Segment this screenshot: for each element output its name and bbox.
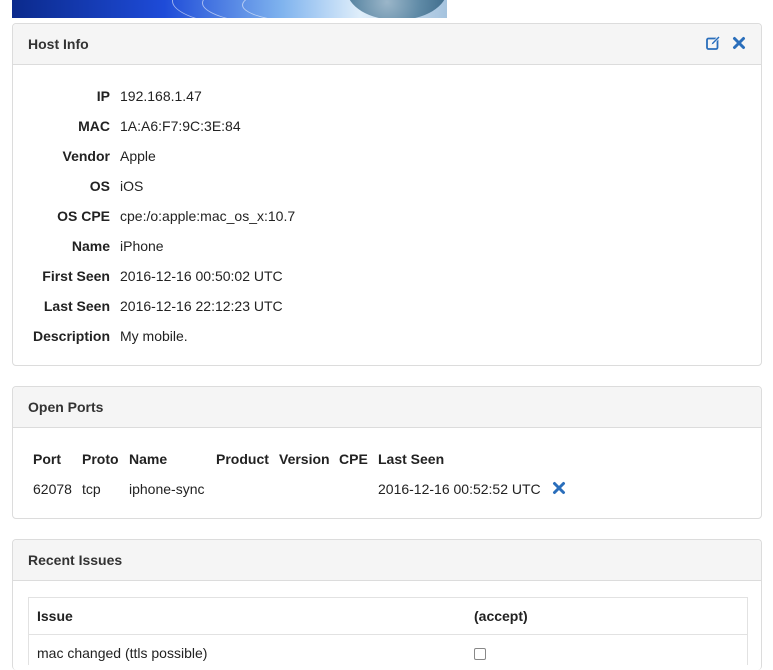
last-seen-cell: 2016-12-16 00:52:52 UTC	[378, 481, 541, 497]
field-label: Name	[71, 238, 110, 254]
field-label: OS	[89, 178, 110, 194]
host-info-title: Host Info	[28, 36, 89, 52]
field-label: First Seen	[42, 268, 110, 284]
col-header-version: Version	[279, 451, 330, 467]
field-value: Apple	[120, 148, 156, 164]
col-header-name: Name	[129, 451, 168, 467]
proto-cell: tcp	[82, 481, 101, 497]
field-label: IP	[96, 88, 110, 104]
host-info-header: Host Info	[13, 24, 761, 65]
field-label: MAC	[78, 118, 110, 134]
field-value: 192.168.1.47	[120, 88, 202, 104]
recent-issues-title: Recent Issues	[28, 552, 123, 568]
field-value: 2016-12-16 00:50:02 UTC	[120, 268, 283, 284]
field-value: 2016-12-16 22:12:23 UTC	[120, 298, 283, 314]
col-header-last-seen: Last Seen	[378, 451, 445, 467]
col-header-product: Product	[216, 451, 269, 467]
recent-issues-panel: Recent Issues Issue (accept) mac changed…	[12, 539, 762, 670]
field-value: iOS	[120, 178, 144, 194]
field-label: Vendor	[62, 148, 110, 164]
field-value: My mobile.	[120, 328, 188, 344]
host-info-panel: Host Info IP 192.168.1.47 MAC 1A:A6:F7:9C:3…	[12, 23, 762, 366]
field-value: iPhone	[120, 238, 164, 254]
col-header-cpe: CPE	[339, 451, 368, 467]
issues-table: Issue (accept) mac changed (ttls possibl…	[28, 597, 748, 665]
field-value: cpe:/o:apple:mac_os_x:10.7	[120, 208, 296, 224]
port-cell: 62078	[33, 481, 72, 497]
edit-icon[interactable]	[705, 35, 721, 51]
open-ports-panel: Open Ports Port Proto Name Product Versi…	[12, 386, 762, 519]
issues-table-header: Issue (accept)	[29, 598, 747, 635]
table-row: mac changed (ttls possible)	[29, 635, 747, 665]
field-label: OS CPE	[57, 208, 110, 224]
delete-port-icon[interactable]	[551, 480, 567, 496]
open-ports-title: Open Ports	[28, 399, 104, 415]
name-cell: iphone-sync	[129, 481, 205, 497]
col-header-issue: Issue	[37, 608, 73, 624]
col-header-port: Port	[33, 451, 61, 467]
field-label: Last Seen	[43, 298, 110, 314]
col-header-accept: (accept)	[474, 608, 528, 624]
field-value: 1A:A6:F7:9C:3E:84	[120, 118, 241, 134]
field-label: Description	[32, 328, 110, 344]
open-ports-header: Open Ports	[13, 387, 761, 428]
col-header-proto: Proto	[82, 451, 119, 467]
issue-cell: mac changed (ttls possible)	[37, 645, 208, 661]
close-icon[interactable]	[731, 35, 747, 51]
recent-issues-header: Recent Issues	[13, 540, 761, 581]
header-banner	[12, 0, 447, 18]
